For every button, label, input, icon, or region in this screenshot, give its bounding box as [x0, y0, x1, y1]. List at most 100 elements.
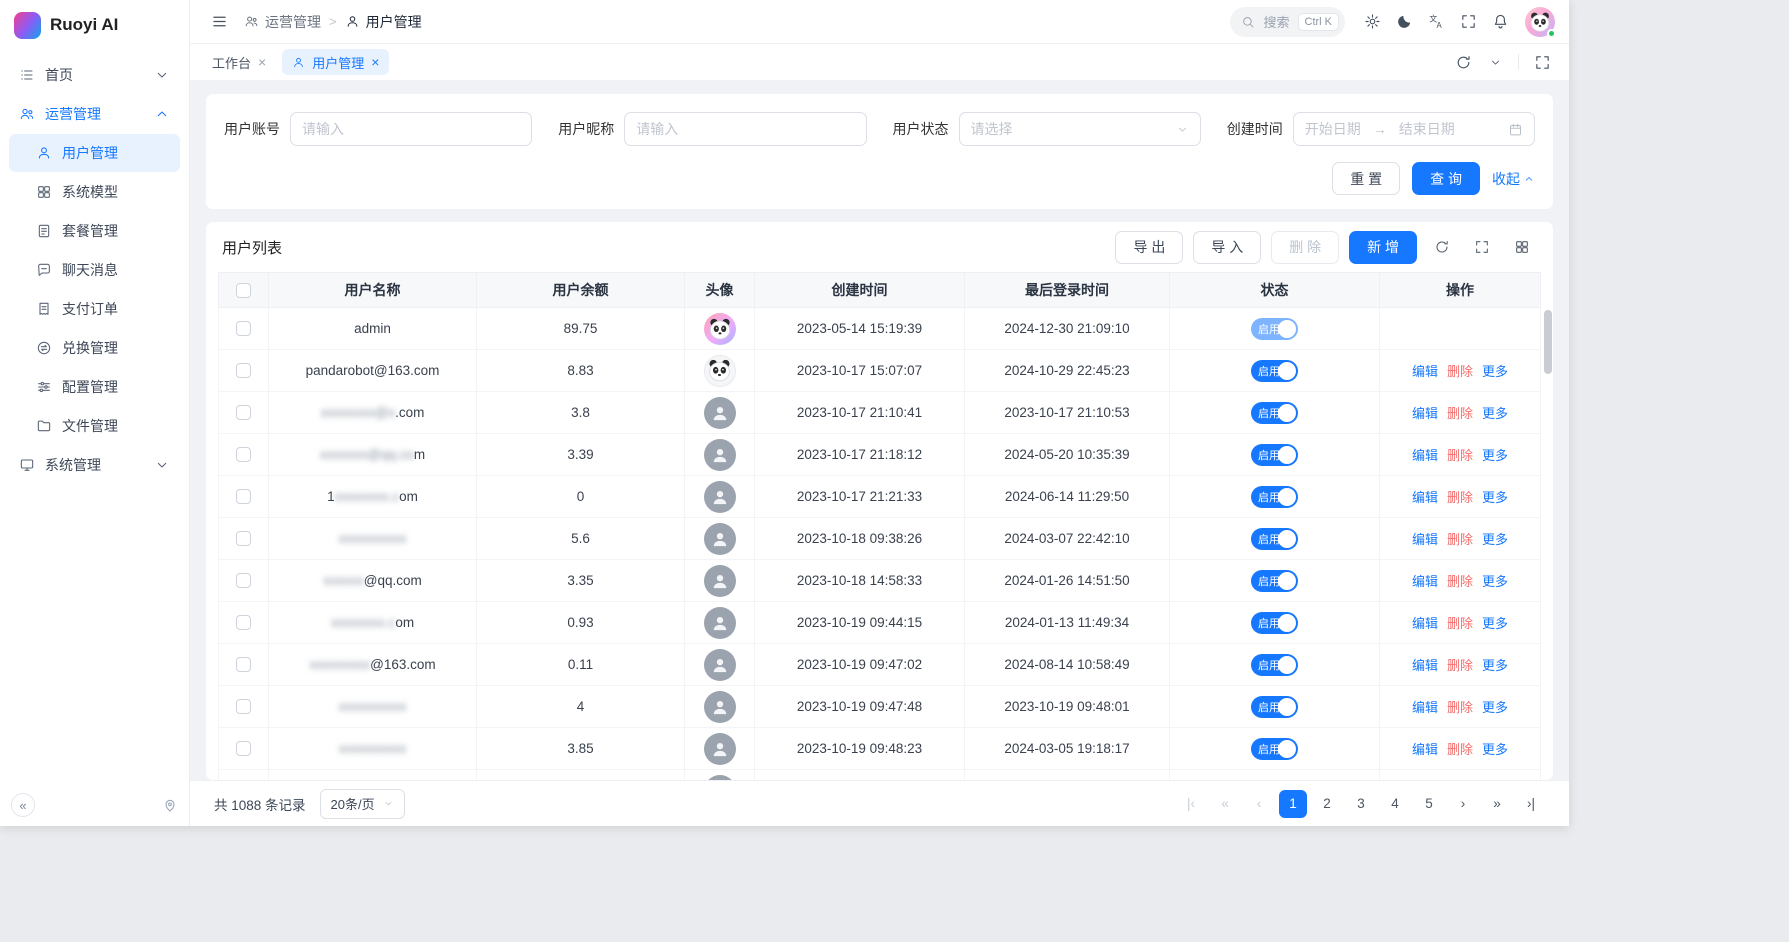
- status-toggle[interactable]: 启用: [1251, 696, 1298, 718]
- sidebar-item-system-model[interactable]: 系统模型: [9, 173, 180, 211]
- row-checkbox[interactable]: [236, 573, 251, 588]
- more-link[interactable]: 更多: [1482, 361, 1508, 380]
- row-checkbox[interactable]: [236, 531, 251, 546]
- delete-link[interactable]: 删除: [1447, 697, 1473, 716]
- edit-link[interactable]: 编辑: [1412, 529, 1438, 548]
- breadcrumb-item[interactable]: 用户管理: [345, 12, 422, 32]
- more-link[interactable]: 更多: [1482, 529, 1508, 548]
- edit-link[interactable]: 编辑: [1412, 613, 1438, 632]
- edit-link[interactable]: 编辑: [1412, 445, 1438, 464]
- row-checkbox[interactable]: [236, 447, 251, 462]
- search-button[interactable]: 查 询: [1412, 162, 1480, 195]
- filter-daterange[interactable]: 开始日期→结束日期: [1293, 112, 1535, 146]
- page-button-5[interactable]: 5: [1415, 790, 1443, 818]
- status-toggle[interactable]: 启用: [1251, 486, 1298, 508]
- edit-link[interactable]: 编辑: [1412, 361, 1438, 380]
- page-button-4[interactable]: 4: [1381, 790, 1409, 818]
- table-refresh-button[interactable]: [1427, 232, 1457, 262]
- delete-link[interactable]: 删除: [1447, 529, 1473, 548]
- more-link[interactable]: 更多: [1482, 655, 1508, 674]
- edit-link[interactable]: 编辑: [1412, 697, 1438, 716]
- close-icon[interactable]: ×: [258, 55, 266, 69]
- sidebar-item-file-mgmt[interactable]: 文件管理: [9, 407, 180, 445]
- next-jump-button[interactable]: »: [1483, 790, 1511, 818]
- export-button[interactable]: 导 出: [1115, 231, 1183, 264]
- row-checkbox[interactable]: [236, 405, 251, 420]
- edit-link[interactable]: 编辑: [1412, 487, 1438, 506]
- filter-input-1[interactable]: [302, 121, 520, 137]
- status-toggle[interactable]: 启用: [1251, 780, 1298, 781]
- sidebar-item-user-mgmt[interactable]: 用户管理: [9, 134, 180, 172]
- more-link[interactable]: 更多: [1482, 445, 1508, 464]
- bell-button[interactable]: [1485, 7, 1515, 37]
- next-page-button[interactable]: ›: [1449, 790, 1477, 818]
- breadcrumb-item[interactable]: 运营管理: [244, 12, 321, 32]
- more-link[interactable]: 更多: [1482, 613, 1508, 632]
- status-toggle[interactable]: 启用: [1251, 612, 1298, 634]
- global-search[interactable]: 搜索 Ctrl K: [1230, 7, 1345, 37]
- tabs-refresh-button[interactable]: [1448, 47, 1478, 77]
- edit-link[interactable]: 编辑: [1412, 403, 1438, 422]
- status-toggle[interactable]: 启用: [1251, 360, 1298, 382]
- delete-link[interactable]: 删除: [1447, 739, 1473, 758]
- delete-link[interactable]: 删除: [1447, 487, 1473, 506]
- sidebar-collapse-button[interactable]: «: [11, 793, 35, 817]
- select-all-checkbox[interactable]: [236, 283, 251, 298]
- row-checkbox[interactable]: [236, 489, 251, 504]
- page-button-3[interactable]: 3: [1347, 790, 1375, 818]
- content-fullscreen-button[interactable]: [1527, 47, 1557, 77]
- gear-button[interactable]: [1357, 7, 1387, 37]
- filter-input-2[interactable]: [636, 121, 854, 137]
- moon-button[interactable]: [1389, 7, 1419, 37]
- scrollbar-thumb[interactable]: [1544, 310, 1552, 374]
- user-avatar-button[interactable]: [1525, 7, 1555, 37]
- delete-link[interactable]: 删除: [1447, 571, 1473, 590]
- more-link[interactable]: 更多: [1482, 487, 1508, 506]
- sidebar-item-package-mgmt[interactable]: 套餐管理: [9, 212, 180, 250]
- first-page-button[interactable]: |‹: [1177, 790, 1205, 818]
- sidebar-toggle-button[interactable]: [204, 7, 234, 37]
- page-size-select[interactable]: 20条/页: [320, 789, 405, 819]
- sidebar-item-config-mgmt[interactable]: 配置管理: [9, 368, 180, 406]
- more-link[interactable]: 更多: [1482, 403, 1508, 422]
- status-toggle[interactable]: 启用: [1251, 444, 1298, 466]
- status-toggle[interactable]: 启用: [1251, 318, 1298, 340]
- sidebar-item-payment-orders[interactable]: 支付订单: [9, 290, 180, 328]
- row-checkbox[interactable]: [236, 699, 251, 714]
- tab-workbench[interactable]: 工作台×: [202, 49, 276, 75]
- table-fullscreen-button[interactable]: [1467, 232, 1497, 262]
- add-button[interactable]: 新 增: [1349, 231, 1417, 264]
- delete-link[interactable]: 删除: [1447, 655, 1473, 674]
- delete-link[interactable]: 删除: [1447, 361, 1473, 380]
- status-toggle[interactable]: 启用: [1251, 402, 1298, 424]
- close-icon[interactable]: ×: [371, 55, 379, 69]
- table-scrollbar[interactable]: [1544, 310, 1552, 774]
- sidebar-item-home[interactable]: 首页: [9, 56, 180, 94]
- collapse-filter-link[interactable]: 收起: [1492, 169, 1535, 189]
- edit-link[interactable]: 编辑: [1412, 571, 1438, 590]
- row-checkbox[interactable]: [236, 615, 251, 630]
- page-button-2[interactable]: 2: [1313, 790, 1341, 818]
- sidebar-item-operations[interactable]: 运营管理: [9, 95, 180, 133]
- more-link[interactable]: 更多: [1482, 697, 1508, 716]
- import-button[interactable]: 导 入: [1193, 231, 1261, 264]
- page-button-1[interactable]: 1: [1279, 790, 1307, 818]
- prev-page-button[interactable]: ‹: [1245, 790, 1273, 818]
- delete-link[interactable]: 删除: [1447, 613, 1473, 632]
- filter-select-3[interactable]: 请选择: [959, 112, 1201, 146]
- row-checkbox[interactable]: [236, 363, 251, 378]
- column-settings-button[interactable]: [1507, 232, 1537, 262]
- more-link[interactable]: 更多: [1482, 739, 1508, 758]
- status-toggle[interactable]: 启用: [1251, 570, 1298, 592]
- edit-link[interactable]: 编辑: [1412, 655, 1438, 674]
- last-page-button[interactable]: ›|: [1517, 790, 1545, 818]
- sidebar-item-system[interactable]: 系统管理: [9, 446, 180, 484]
- status-toggle[interactable]: 启用: [1251, 738, 1298, 760]
- reset-button[interactable]: 重 置: [1332, 162, 1400, 195]
- sidebar-item-exchange-mgmt[interactable]: 兑换管理: [9, 329, 180, 367]
- fullscreen-button[interactable]: [1453, 7, 1483, 37]
- status-toggle[interactable]: 启用: [1251, 528, 1298, 550]
- delete-link[interactable]: 删除: [1447, 403, 1473, 422]
- more-link[interactable]: 更多: [1482, 571, 1508, 590]
- row-checkbox[interactable]: [236, 657, 251, 672]
